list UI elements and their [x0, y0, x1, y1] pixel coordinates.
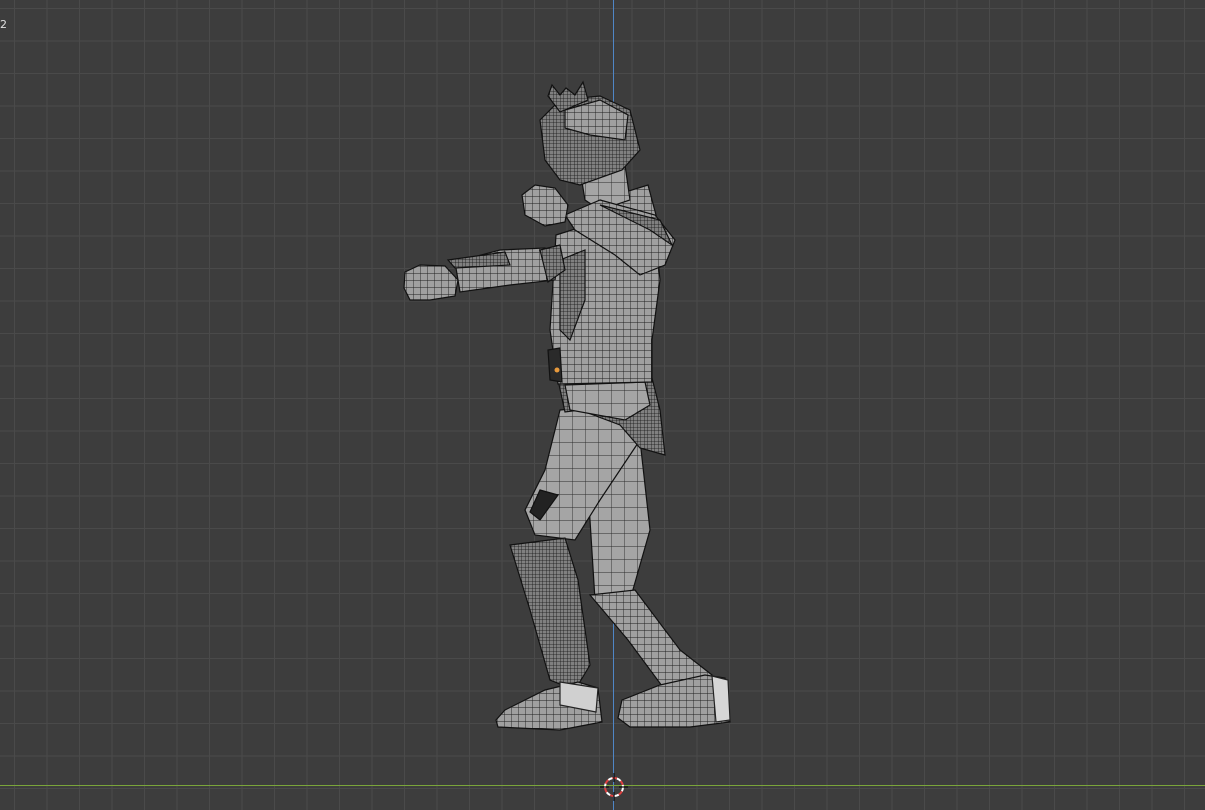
mesh-object-wireframe[interactable] — [0, 0, 1205, 810]
3d-viewport[interactable]: 2 — [0, 0, 1205, 810]
3d-cursor-icon[interactable] — [600, 773, 628, 801]
front-boot — [509, 537, 591, 691]
near-fist — [521, 184, 569, 227]
object-origin-dot — [554, 367, 560, 373]
far-fist — [403, 264, 459, 301]
character-model — [403, 80, 731, 731]
